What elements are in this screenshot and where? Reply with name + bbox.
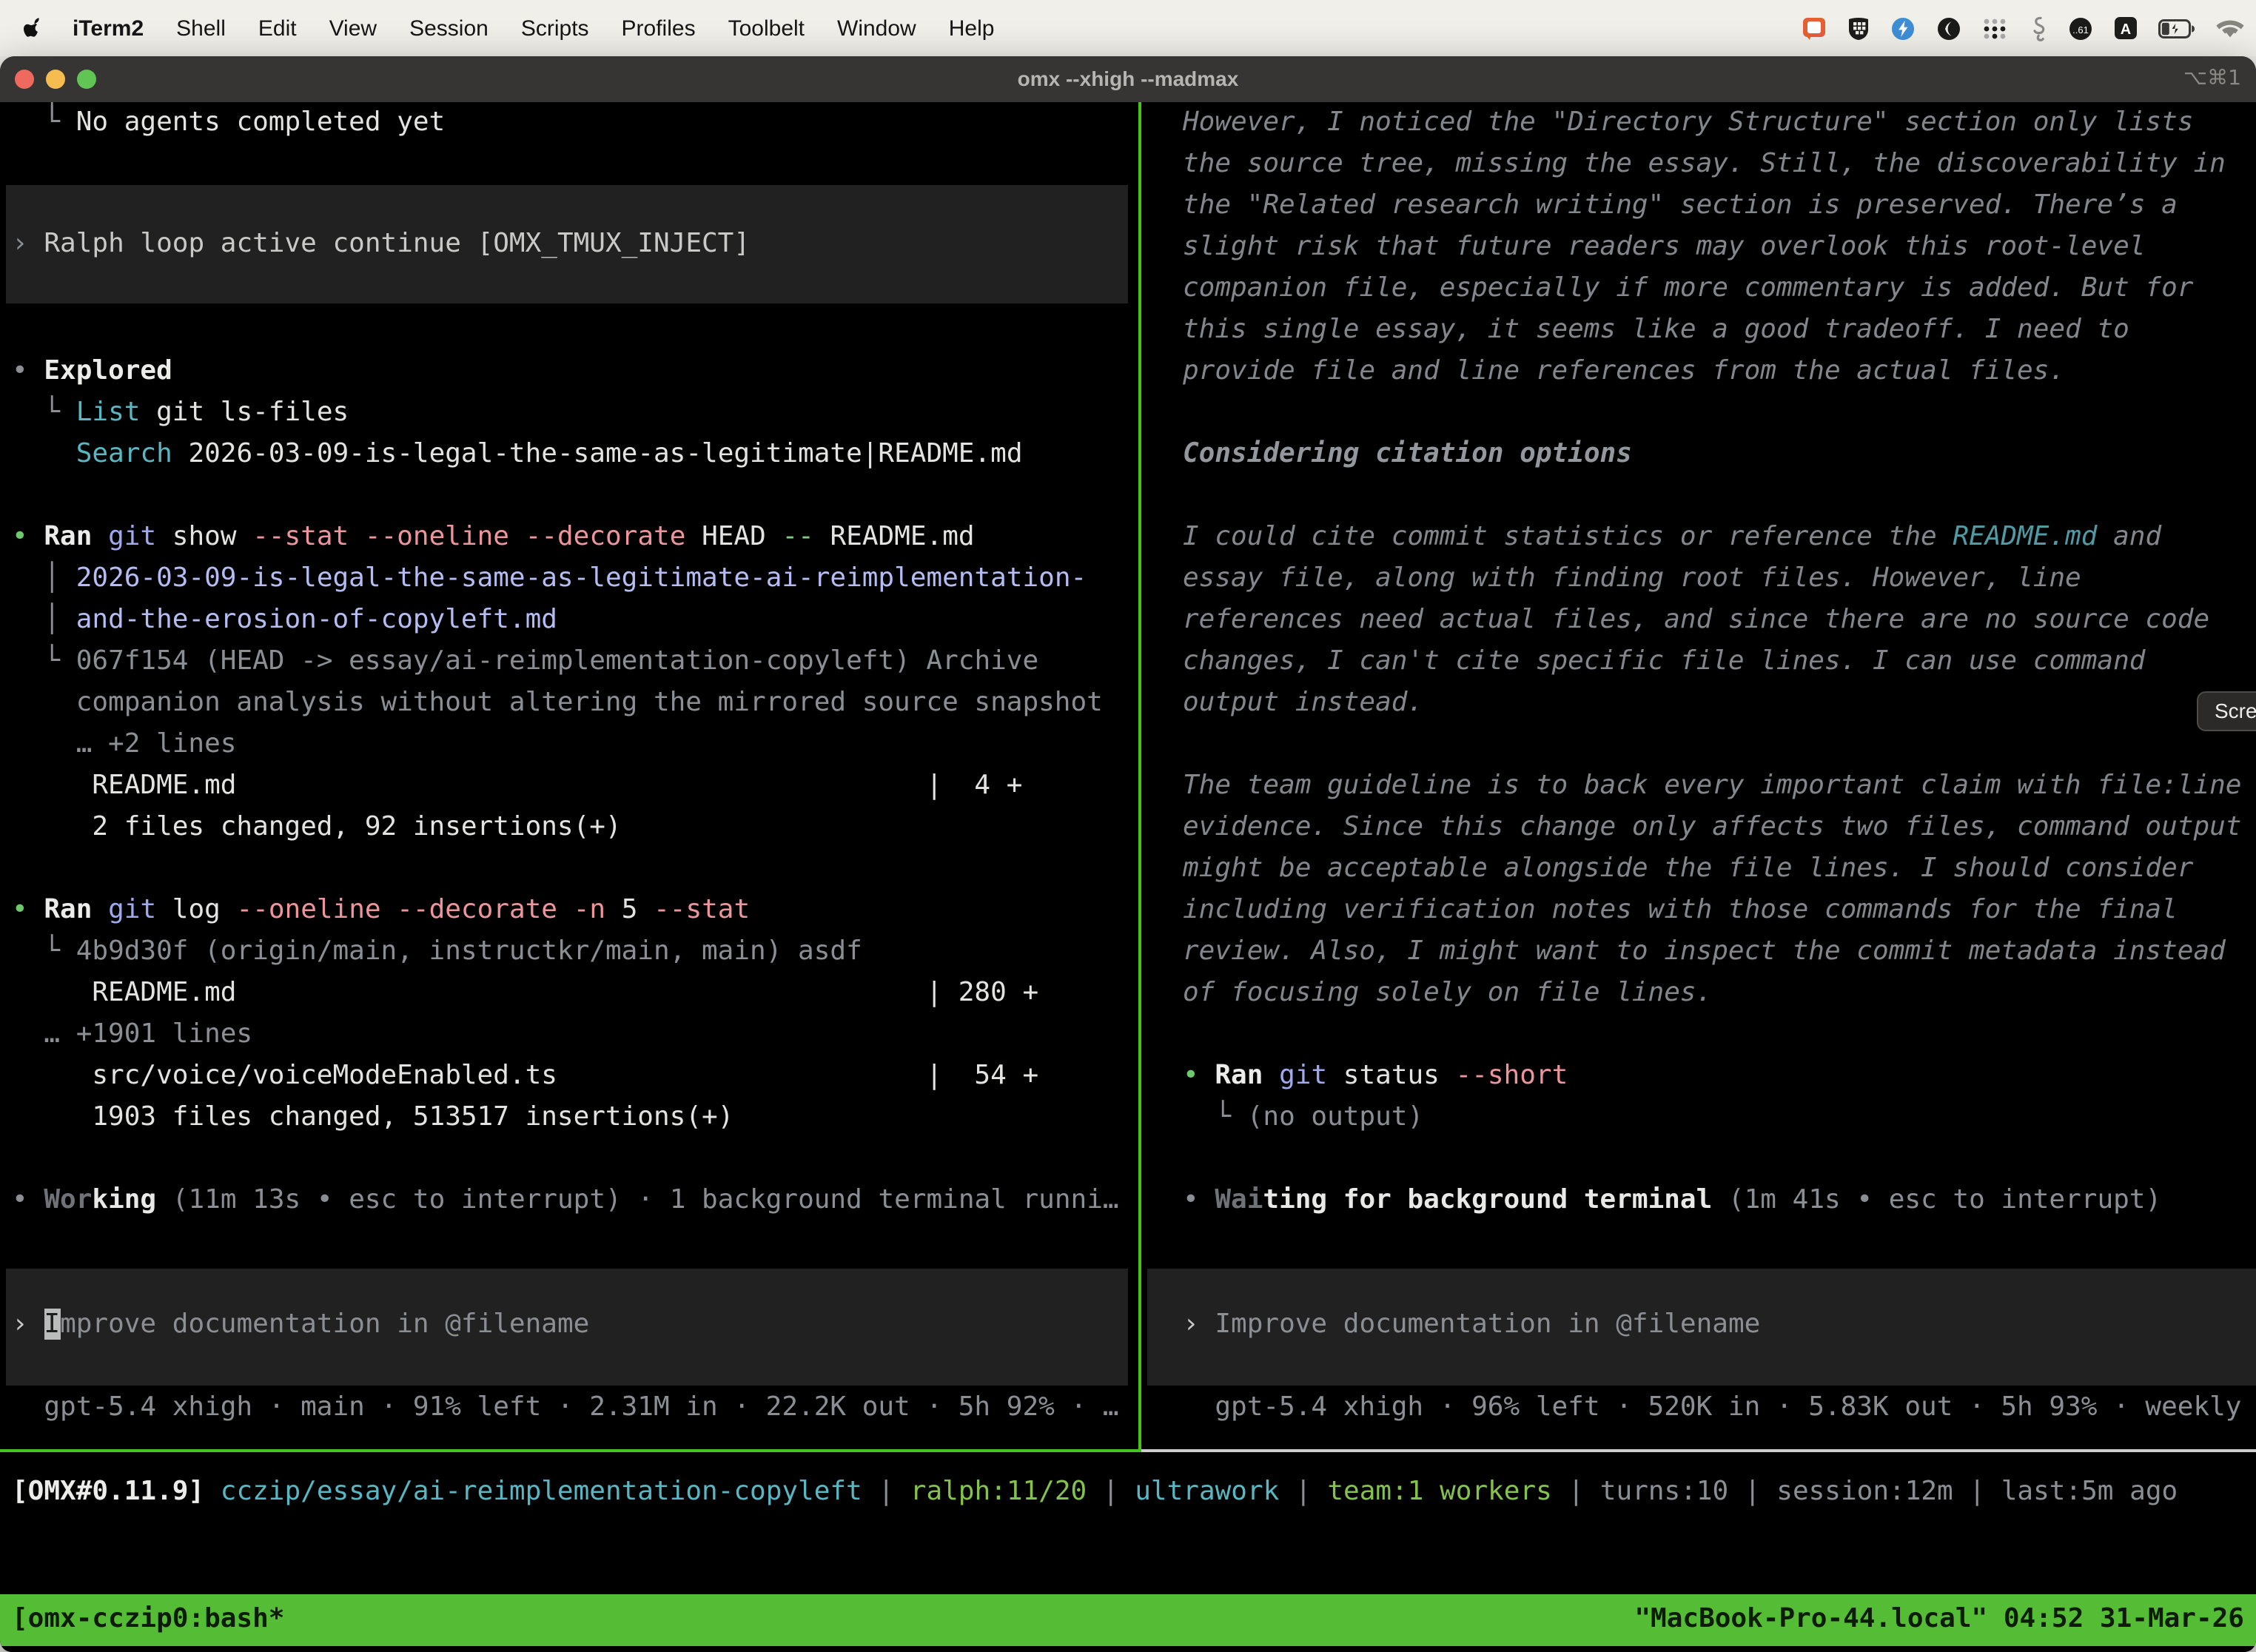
terminal-line: • Ran git log --oneline --decorate -n 5 … (12, 890, 750, 931)
terminal-line: └ (no output) (1183, 1097, 1423, 1138)
right-terminal-pane[interactable]: However, I noticed the "Directory Struct… (1143, 102, 2256, 1451)
terminal-line: of focusing solely on file lines. (1183, 973, 1712, 1014)
menu-item-window[interactable]: Window (821, 16, 933, 41)
composer-text[interactable]: › Improve documentation in @filename (1183, 1304, 1760, 1346)
terminal-line: • Explored (12, 351, 172, 392)
terminal-line: I could cite commit statistics or refere… (1183, 517, 2161, 558)
tmux-session-label[interactable]: [omx-cczip0:bash* (12, 1599, 284, 1640)
menu-item-help[interactable]: Help (933, 16, 1011, 41)
terminal-line: provide file and line references from th… (1183, 351, 2065, 392)
menu-item-toolbelt[interactable]: Toolbelt (712, 16, 821, 41)
terminal-line: … +2 lines (12, 724, 236, 765)
dots-grid-icon[interactable] (1982, 16, 2007, 41)
terminal-line: The team guideline is to back every impo… (1183, 765, 2242, 807)
tmux-status-bar: [omx-cczip0:bash* "MacBook-Pro-44.local"… (0, 1594, 2256, 1646)
wifi-icon[interactable] (2216, 18, 2244, 38)
terminal-line: review. Also, I might want to inspect th… (1183, 931, 2226, 973)
composer-text[interactable]: › Improve documentation in @filename (12, 1304, 589, 1346)
terminal-line: evidence. Since this change only affects… (1183, 807, 2242, 848)
terminal-line: └ 4b9d30f (origin/main, instructkr/main,… (12, 931, 862, 973)
menu-item-session[interactable]: Session (393, 16, 505, 41)
terminal-line: However, I noticed the "Directory Struct… (1183, 102, 2193, 144)
terminal-line: • Ran git status --short (1183, 1055, 1568, 1097)
menu-items: iTerm2ShellEditViewSessionScriptsProfile… (56, 16, 1010, 41)
dark-disc-icon[interactable] (1936, 16, 1961, 41)
terminal-line: might be acceptable alongside the file l… (1183, 848, 2193, 890)
svg-text:A: A (2121, 21, 2131, 38)
menu-item-profiles[interactable]: Profiles (605, 16, 712, 41)
terminal-line: src/voice/voiceModeEnabled.ts | 54 + (12, 1055, 1038, 1097)
model-status-line: gpt-5.4 xhigh · 96% left · 520K in · 5.8… (1183, 1387, 2256, 1428)
terminal-line: slight risk that future readers may over… (1183, 226, 2145, 268)
left-terminal-pane[interactable]: │ └ No agents completed yet › Ralph loop… (0, 102, 1137, 1451)
inactive-pane-border (1141, 1449, 2256, 1452)
terminal-line: └ 067f154 (HEAD -> essay/ai-reimplementa… (12, 641, 1038, 682)
reasoning-heading: Considering citation options (1183, 434, 1632, 475)
window-title-bar[interactable]: omx --xhigh --madmax ⌥⌘1 (0, 56, 2256, 102)
ralph-loop-banner: › Ralph loop active continue [OMX_TMUX_I… (6, 185, 1128, 303)
terminal-line: Search 2026-03-09-is-legal-the-same-as-l… (12, 434, 1023, 475)
composer-input-right[interactable]: › Improve documentation in @filename (1147, 1269, 2256, 1386)
terminal-line: └ No agents completed yet (12, 102, 445, 144)
window-title: omx --xhigh --madmax (0, 56, 2256, 102)
model-status-line: gpt-5.4 xhigh · main · 91% left · 2.31M … (12, 1387, 1119, 1428)
terminal-line: essay file, along with finding root file… (1183, 558, 2081, 600)
window-shortcut-badge: ⌥⌘1 (2183, 56, 2241, 102)
terminal-line: companion analysis without altering the … (12, 682, 1103, 724)
terminal-line: │ 2026-03-09-is-legal-the-same-as-legiti… (12, 558, 1087, 600)
terminal-line: this single essay, it seems like a good … (1183, 309, 2129, 351)
omx-status-line: [OMX#0.11.9] cczip/essay/ai-reimplementa… (12, 1471, 2178, 1513)
menu-status-icons: ..61 A (1802, 0, 2244, 56)
terminal-content: │ └ No agents completed yet › Ralph loop… (0, 102, 2256, 1652)
pane-divider[interactable] (1138, 102, 1141, 1452)
screen-share-tooltip: Scre (2197, 691, 2256, 731)
battery-icon[interactable] (2158, 19, 2195, 38)
working-status-line: • Working (11m 13s • esc to interrupt) ·… (12, 1180, 1119, 1221)
terminal-line: changes, I can't cite specific file line… (1183, 641, 2145, 682)
macos-menu-bar: iTerm2ShellEditViewSessionScriptsProfile… (0, 0, 2256, 56)
menu-item-iterm2[interactable]: iTerm2 (56, 16, 160, 41)
terminal-line: └ List git ls-files (12, 392, 349, 434)
terminal-line: │ and-the-erosion-of-copyleft.md (12, 600, 557, 641)
terminal-line: including verification notes with those … (1183, 890, 2178, 931)
squiggle-icon[interactable] (2028, 16, 2047, 41)
orange-app-icon[interactable] (1802, 16, 1827, 41)
menu-item-edit[interactable]: Edit (242, 16, 313, 41)
menu-item-scripts[interactable]: Scripts (505, 16, 605, 41)
input-source-a-icon[interactable]: A (2114, 16, 2138, 40)
terminal-line: README.md | 280 + (12, 973, 1038, 1014)
menu-item-shell[interactable]: Shell (160, 16, 242, 41)
iterm2-window: omx --xhigh --madmax ⌥⌘1 │ └ No agents c… (0, 56, 2256, 1652)
terminal-line: the source tree, missing the essay. Stil… (1183, 144, 2226, 185)
screen: iTerm2ShellEditViewSessionScriptsProfile… (0, 0, 2256, 1652)
terminal-line: README.md | 4 + (12, 765, 1022, 807)
composer-input-left[interactable]: › Improve documentation in @filename (6, 1269, 1128, 1386)
waiting-status-line: • Waiting for background terminal (1m 41… (1183, 1180, 2161, 1221)
tmux-host-clock: "MacBook-Pro-44.local" 04:52 31-Mar-26 (1634, 1599, 2244, 1640)
terminal-line: references need actual files, and since … (1183, 600, 2209, 641)
terminal-line: companion file, especially if more comme… (1183, 268, 2193, 309)
svg-text:..61: ..61 (2072, 24, 2089, 35)
terminal-line: output instead. (1183, 682, 1423, 724)
gauge-61-icon[interactable]: ..61 (2068, 16, 2093, 41)
active-pane-border (0, 1449, 1138, 1452)
terminal-line: … +1901 lines (12, 1014, 252, 1055)
terminal-line: • Ran git show --stat --oneline --decora… (12, 517, 975, 558)
blue-badge-icon[interactable] (1890, 16, 1916, 41)
terminal-line: › Ralph loop active continue [OMX_TMUX_I… (12, 224, 750, 265)
terminal-line: 2 files changed, 92 insertions(+) (12, 807, 622, 848)
menu-item-view[interactable]: View (313, 16, 394, 41)
shield-grid-icon[interactable] (1847, 16, 1870, 41)
terminal-line: the "Related research writing" section i… (1183, 185, 2178, 226)
terminal-line: 1903 files changed, 513517 insertions(+) (12, 1097, 733, 1138)
apple-menu-icon[interactable] (24, 16, 44, 41)
